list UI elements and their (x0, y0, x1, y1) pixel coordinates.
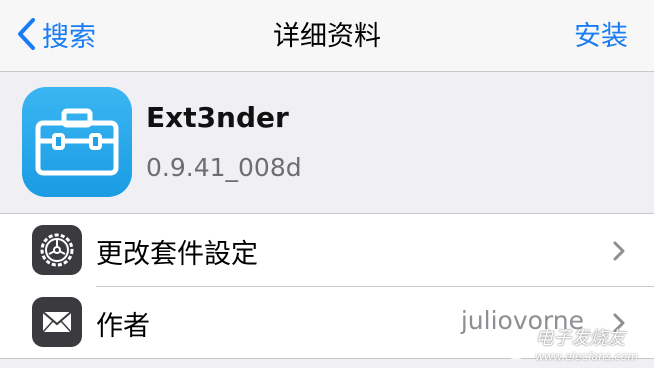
navigation-bar: 搜索 详细资料 安装 (0, 0, 654, 72)
watermark: 电子发烧友 www.elecfans.com (501, 330, 638, 362)
install-button[interactable]: 安装 (574, 14, 628, 53)
package-name: Ext3nder (146, 101, 289, 134)
package-header: Ext3nder 0.9.41_008d (0, 73, 654, 213)
chevron-right-icon (613, 241, 625, 261)
watermark-url: www.elecfans.com (535, 350, 638, 363)
page-title: 详细资料 (273, 21, 381, 52)
mail-icon (32, 297, 82, 347)
gear-icon (32, 225, 82, 275)
author-row-label: 作者 (96, 311, 150, 342)
package-version: 0.9.41_008d (146, 153, 302, 182)
toolbox-icon (22, 87, 132, 197)
watermark-text: 电子发烧友 (535, 328, 626, 349)
settings-row-label: 更改套件設定 (96, 239, 258, 270)
elecfans-logo-icon (503, 332, 530, 360)
settings-row-configure[interactable]: 更改套件設定 (0, 214, 654, 286)
